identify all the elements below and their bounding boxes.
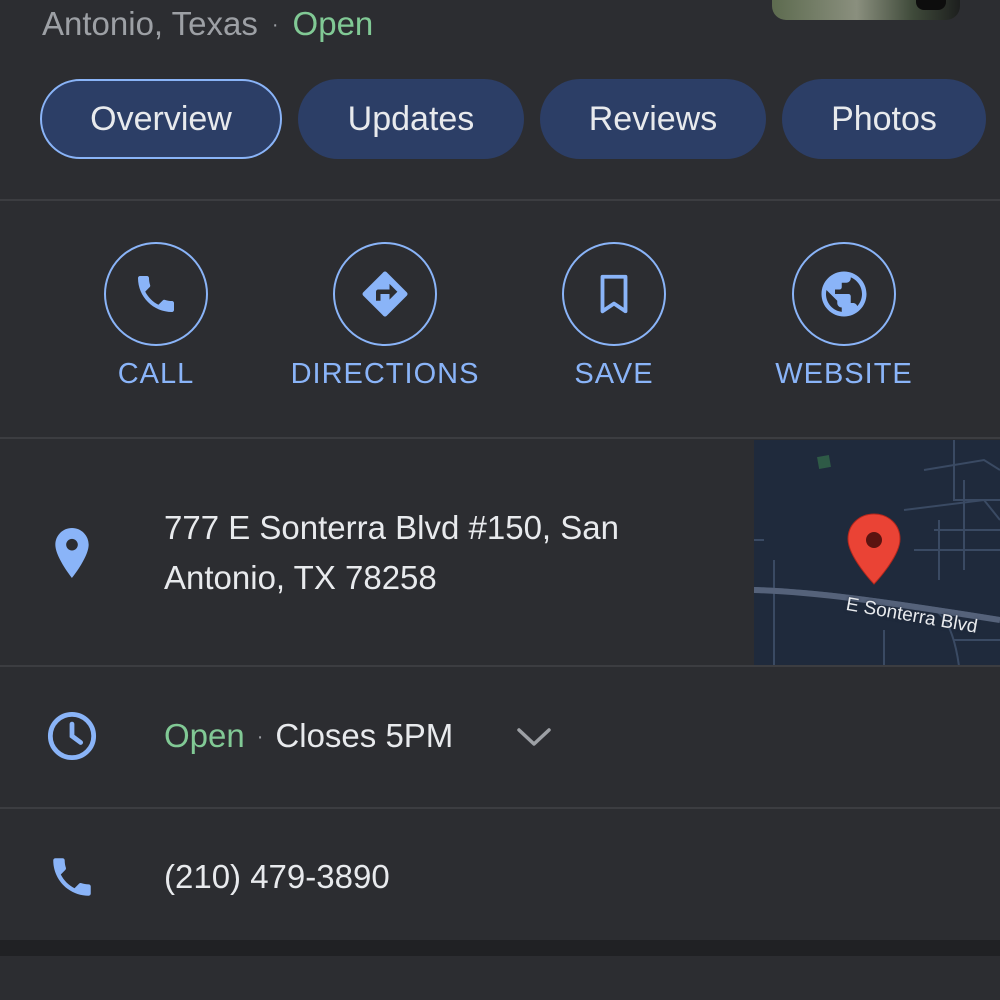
- address-line-1: 777 E Sonterra Blvd #150, San: [164, 509, 619, 546]
- phone-icon: [46, 851, 98, 903]
- separator-dot: ·: [271, 14, 279, 36]
- place-photo-thumbnail[interactable]: [772, 0, 960, 20]
- save-button-circle[interactable]: [562, 242, 666, 346]
- phone-row[interactable]: (210) 479-3890: [0, 809, 1000, 939]
- address-line-2: Antonio, TX 78258: [164, 559, 437, 596]
- open-status: Open: [292, 5, 374, 42]
- hours-open-status: Open: [164, 717, 245, 754]
- map-thumbnail[interactable]: E Sonterra Blvd: [754, 440, 1000, 666]
- phone-icon: [138, 276, 174, 312]
- website-button[interactable]: WEBSITE: [724, 242, 964, 391]
- divider: [0, 437, 1000, 439]
- save-button[interactable]: SAVE: [494, 242, 734, 391]
- location-pin-icon: [50, 526, 94, 580]
- chevron-down-icon[interactable]: [514, 717, 554, 757]
- action-buttons: CALL DIRECTIONS SAVE WEBSITE: [0, 242, 1000, 402]
- clock-icon: [46, 710, 98, 762]
- bookmark-icon: [600, 274, 628, 314]
- tab-photos[interactable]: Photos: [782, 79, 986, 159]
- tab-reviews[interactable]: Reviews: [540, 79, 766, 159]
- call-button[interactable]: CALL: [36, 242, 276, 391]
- hours-row[interactable]: Open · Closes 5PM: [0, 667, 1000, 807]
- directions-icon: [362, 271, 408, 317]
- call-button-circle[interactable]: [104, 242, 208, 346]
- call-label: CALL: [117, 358, 195, 390]
- website-button-circle[interactable]: [792, 242, 896, 346]
- globe-icon: [821, 271, 867, 317]
- website-label: WEBSITE: [775, 358, 913, 390]
- hours-closes: Closes 5PM: [275, 717, 454, 754]
- place-subtitle: Antonio, Texas · Open: [42, 4, 373, 44]
- directions-label: DIRECTIONS: [290, 358, 480, 390]
- section-separator: [0, 940, 1000, 956]
- address-text: 777 E Sonterra Blvd #150, San Antonio, T…: [164, 503, 619, 603]
- place-location: Antonio, Texas: [42, 5, 258, 42]
- tab-updates[interactable]: Updates: [298, 79, 524, 159]
- hours-text: Open · Closes 5PM: [164, 711, 453, 766]
- directions-button[interactable]: DIRECTIONS: [265, 242, 505, 391]
- phone-number: (210) 479-3890: [164, 858, 390, 895]
- map-pin-icon: [847, 513, 901, 585]
- separator-dot: ·: [256, 726, 264, 748]
- divider: [0, 199, 1000, 201]
- directions-button-circle[interactable]: [333, 242, 437, 346]
- save-label: SAVE: [574, 358, 654, 390]
- tab-bar: Overview Updates Reviews Photos: [40, 79, 1000, 161]
- tab-overview[interactable]: Overview: [40, 79, 282, 159]
